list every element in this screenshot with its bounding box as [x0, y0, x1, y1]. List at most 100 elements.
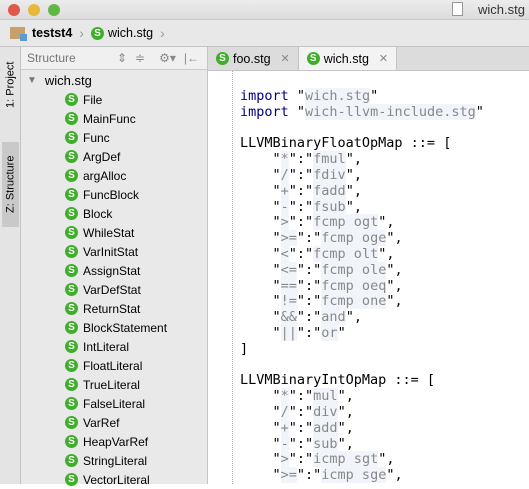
- gear-icon[interactable]: ⚙▾: [159, 51, 176, 65]
- hide-panel-icon[interactable]: |←: [184, 51, 199, 65]
- tab-structure[interactable]: Z: Structure: [2, 142, 19, 227]
- code-text: ]: [240, 340, 249, 357]
- tree-item[interactable]: S MainFunc: [21, 109, 207, 128]
- code-text: ": [240, 293, 281, 310]
- tree-item[interactable]: S AssignStat: [21, 261, 207, 280]
- tree-item[interactable]: S VarInitStat: [21, 242, 207, 261]
- code-string: wich-llvm-include.stg: [305, 103, 476, 120]
- tree-item[interactable]: S HeapVarRef: [21, 432, 207, 451]
- tree-item[interactable]: S VarDefStat: [21, 280, 207, 299]
- code-line: import "wich.stg": [240, 88, 484, 105]
- close-tab-icon[interactable]: ✕: [379, 52, 388, 65]
- code-text: ": [240, 277, 281, 294]
- code-text: ":": [288, 419, 314, 436]
- tree-item-label: VarRef: [83, 415, 120, 430]
- tree-item[interactable]: S IntLiteral: [21, 337, 207, 356]
- code-string: +: [280, 419, 289, 436]
- tree-item[interactable]: S Block: [21, 204, 207, 223]
- tab-wich-stg[interactable]: Swich.stg ✕: [298, 47, 398, 70]
- code-line: "+":"add",: [240, 419, 484, 437]
- tree-item[interactable]: S WhileStat: [21, 223, 207, 242]
- zoom-window-button[interactable]: [48, 4, 60, 16]
- tree-item[interactable]: S StringLiteral: [21, 451, 207, 470]
- minimize-window-button[interactable]: [28, 4, 40, 16]
- breadcrumb-file[interactable]: wich.stg: [108, 26, 153, 40]
- tree-item[interactable]: S FalseLiteral: [21, 394, 207, 413]
- code-text: ",: [386, 293, 403, 310]
- chevron-right-icon: ›: [160, 25, 165, 41]
- code-string: fsub: [313, 198, 346, 215]
- code-text: ": [288, 103, 306, 120]
- collapse-all-icon[interactable]: ≑: [135, 51, 145, 65]
- code-line: "&&":"and",: [240, 309, 484, 326]
- code-text: ":": [296, 324, 322, 341]
- stg-file-icon: S: [90, 26, 104, 40]
- stg-rule-icon: S: [65, 454, 78, 467]
- tree-item-label: MainFunc: [83, 111, 136, 126]
- expand-all-icon[interactable]: ⇕: [117, 51, 127, 65]
- code-line: ">=":"icmp sge",: [240, 467, 484, 484]
- tree-item-label: VarDefStat: [83, 282, 141, 297]
- tree-item[interactable]: SargAlloc: [21, 166, 207, 185]
- triangle-down-icon[interactable]: ▼: [27, 75, 37, 86]
- tree-root-label: wich.stg: [44, 73, 92, 88]
- code-text: ": [288, 88, 306, 104]
- tree-item-label: BlockStatement: [83, 320, 168, 335]
- code-string: >=: [280, 230, 297, 247]
- code-text: ": [240, 198, 281, 215]
- code-string: ==: [280, 277, 297, 294]
- code-text: ": [240, 467, 281, 484]
- tree-item-label: IntLiteral: [83, 339, 130, 354]
- code-string: fcmp oge: [321, 230, 387, 247]
- editor: Sfoo.stg ✕ Swich.stg ✕ import "wich.stg" imp…: [208, 47, 529, 484]
- tree-item-label: HeapVarRef: [83, 434, 149, 449]
- tab-foo-stg[interactable]: Sfoo.stg ✕: [208, 47, 299, 70]
- close-window-button[interactable]: [8, 4, 20, 16]
- tree-root[interactable]: ▼ wich.stg: [21, 71, 207, 90]
- code-text: ",: [386, 467, 403, 484]
- tree-item[interactable]: S FloatLiteral: [21, 356, 207, 375]
- code-line: LLVMBinaryIntOpMap ::= [: [240, 372, 484, 389]
- window-title: wich.stg: [478, 2, 525, 17]
- code-string: mul: [313, 388, 338, 405]
- tree-item-label: TrueLiteral: [83, 377, 140, 392]
- code-keyword: import: [240, 103, 289, 120]
- tree-item[interactable]: S ReturnStat: [21, 299, 207, 318]
- breadcrumb-project[interactable]: testst4: [32, 26, 72, 40]
- code-string: and: [321, 309, 346, 326]
- code-text: ":": [288, 245, 314, 262]
- tab-label: wich.stg: [323, 51, 369, 66]
- tree-item-label: Block: [83, 206, 113, 221]
- file-icon: [452, 2, 463, 16]
- code-string: icmp sge: [321, 467, 387, 484]
- tree-item[interactable]: S Func: [21, 128, 207, 147]
- tree-item[interactable]: S File: [21, 90, 207, 109]
- tree-item[interactable]: S TrueLiteral: [21, 375, 207, 394]
- code-text: ": [240, 403, 281, 420]
- code-text: ": [240, 435, 281, 452]
- gutter: [208, 71, 233, 484]
- tree-item[interactable]: S VarRef: [21, 413, 207, 432]
- code-line: import "wich-llvm-include.stg": [240, 103, 484, 121]
- tree-item-label: VarInitStat: [83, 244, 139, 259]
- code-line: ]: [240, 340, 484, 358]
- structure-title: Structure: [27, 51, 76, 65]
- tree-item[interactable]: S VectorLiteral: [21, 470, 207, 489]
- stg-rule-icon: S: [65, 473, 78, 486]
- stg-rule-icon: S: [65, 283, 78, 296]
- code-area[interactable]: import "wich.stg" import "wich-llvm-inclu…: [240, 88, 484, 484]
- tree-item[interactable]: S BlockStatement: [21, 318, 207, 337]
- code-string: fmul: [313, 151, 346, 168]
- code-text: ": [240, 388, 281, 405]
- close-tab-icon[interactable]: ✕: [281, 52, 290, 65]
- tab-project[interactable]: 1: Project: [2, 53, 19, 117]
- code-text: ",: [345, 309, 362, 326]
- code-text: ":": [296, 230, 322, 247]
- tree-item[interactable]: S FuncBlock: [21, 185, 207, 204]
- tree-item-label: StringLiteral: [83, 453, 148, 468]
- editor-tabs: Sfoo.stg ✕ Swich.stg ✕: [208, 47, 529, 71]
- code-string: fcmp ogt: [313, 214, 379, 231]
- tree-item[interactable]: S ArgDef: [21, 147, 207, 166]
- code-keyword: import: [240, 88, 289, 104]
